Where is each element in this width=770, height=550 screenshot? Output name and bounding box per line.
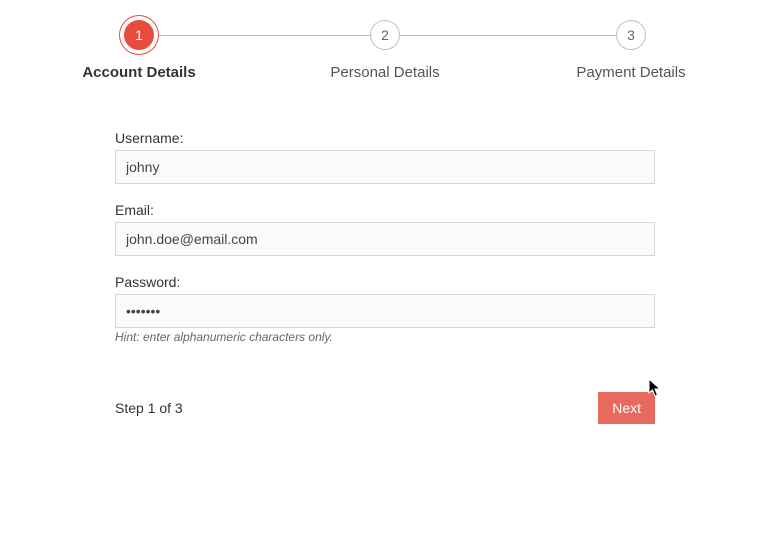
password-input[interactable] (115, 294, 655, 328)
account-form: Username: Email: Password: Hint: enter a… (115, 130, 655, 344)
step-payment-details[interactable]: 3 Payment Details (556, 20, 706, 81)
username-input[interactable] (115, 150, 655, 184)
email-input[interactable] (115, 222, 655, 256)
step-circle-1: 1 (124, 20, 154, 50)
step-account-details[interactable]: 1 Account Details (64, 20, 214, 81)
step-personal-details[interactable]: 2 Personal Details (310, 20, 460, 81)
wizard-footer: Step 1 of 3 Next (115, 392, 655, 424)
stepper: 1 Account Details 2 Personal Details 3 P… (115, 20, 655, 90)
password-hint: Hint: enter alphanumeric characters only… (115, 330, 655, 344)
signup-wizard: 1 Account Details 2 Personal Details 3 P… (0, 0, 770, 550)
username-field-group: Username: (115, 130, 655, 184)
step-circle-3: 3 (616, 20, 646, 50)
step-indicator: Step 1 of 3 (115, 400, 183, 416)
step-label-3: Payment Details (556, 64, 706, 81)
password-field-group: Password: Hint: enter alphanumeric chara… (115, 274, 655, 344)
email-field-group: Email: (115, 202, 655, 256)
step-circle-2: 2 (370, 20, 400, 50)
step-label-2: Personal Details (310, 64, 460, 81)
step-label-1: Account Details (64, 64, 214, 81)
email-label: Email: (115, 202, 655, 218)
username-label: Username: (115, 130, 655, 146)
next-button[interactable]: Next (598, 392, 655, 424)
password-label: Password: (115, 274, 655, 290)
